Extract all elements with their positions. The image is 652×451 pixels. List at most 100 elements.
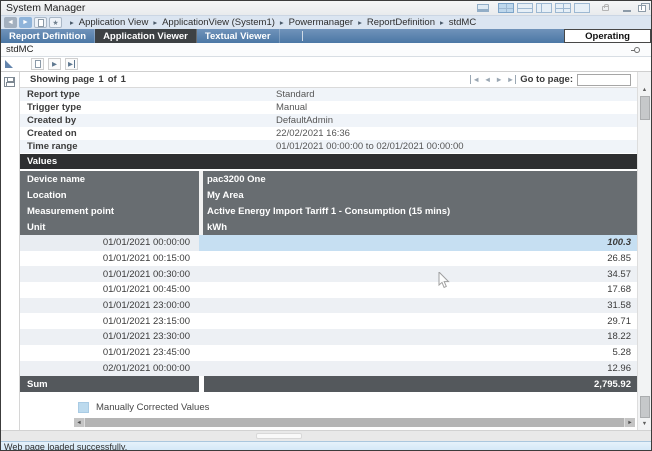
table-row[interactable]: 02/01/2021 00:00:0012.96: [20, 361, 637, 377]
history-icon: [38, 19, 44, 27]
run-report-button[interactable]: ▶: [48, 58, 61, 70]
splitter-grip[interactable]: [256, 433, 302, 439]
pager-bar: Showing page1of1 ◄ ◄ ► ► Go to page:: [20, 72, 637, 88]
timestamp-cell: 01/01/2021 00:30:00: [20, 266, 199, 282]
table-row[interactable]: 01/01/2021 23:00:0031.58: [20, 298, 637, 314]
breadcrumb-item[interactable]: stdMC: [449, 17, 476, 28]
tab-label: Report Definition: [9, 31, 86, 42]
meta-value: DefaultAdmin: [276, 115, 333, 126]
new-report-button[interactable]: [31, 58, 44, 70]
table-row[interactable]: 01/01/2021 00:00:00100.3: [20, 235, 637, 251]
back-button[interactable]: ◄: [4, 17, 17, 28]
system-manager-window: System Manager ◄ ► ★ ▸ Application View …: [0, 0, 652, 451]
scroll-left-icon[interactable]: ◄: [74, 418, 84, 427]
history-button[interactable]: [34, 17, 47, 28]
meta-label: Created by: [20, 115, 276, 126]
device-row: Measurement pointActive Energy Import Ta…: [20, 203, 637, 219]
breadcrumb-separator-icon: ▸: [358, 18, 362, 27]
sum-value: 2,795.92: [204, 376, 637, 392]
horizontal-scrollbar[interactable]: ◄ ►: [74, 418, 635, 427]
status-bar: Web page loaded successfully.: [1, 441, 651, 451]
screen-fit-icon[interactable]: [477, 4, 489, 12]
of-label: of: [108, 74, 117, 85]
sum-label: Sum: [20, 376, 199, 392]
table-row[interactable]: 01/01/2021 00:30:0034.57: [20, 266, 637, 282]
breadcrumb-item[interactable]: Application View: [79, 17, 149, 28]
meta-label: Created on: [20, 128, 276, 139]
showing-page-text: Showing page1of1: [30, 74, 130, 85]
forward-button[interactable]: ►: [19, 17, 32, 28]
breadcrumb-separator-icon: ▸: [280, 18, 284, 27]
minimize-button[interactable]: [623, 5, 631, 12]
meta-label: Trigger type: [20, 102, 276, 113]
current-page: 1: [98, 74, 103, 85]
scroll-up-icon[interactable]: ▲: [642, 85, 647, 95]
doc-tab-stdmc[interactable]: stdMC: [6, 44, 33, 55]
pin-icon[interactable]: [634, 47, 640, 53]
timestamp-cell: 01/01/2021 23:00:00: [20, 298, 199, 314]
next-page-button[interactable]: ►: [495, 75, 502, 84]
last-page-button[interactable]: ►: [507, 75, 516, 84]
breadcrumb-item[interactable]: ReportDefinition: [367, 17, 435, 28]
tab-report-definition[interactable]: Report Definition: [1, 29, 95, 43]
goto-page-input[interactable]: [577, 74, 631, 86]
tab-application-viewer[interactable]: Application Viewer: [95, 29, 197, 43]
value-cell: 26.85: [199, 251, 637, 267]
table-row[interactable]: 01/01/2021 00:45:0017.68: [20, 282, 637, 298]
report-meta-table: Report typeStandard Trigger typeManual C…: [20, 88, 637, 153]
table-row[interactable]: 01/01/2021 23:15:0029.71: [20, 313, 637, 329]
dock-corner-icon[interactable]: [5, 60, 13, 68]
breadcrumb-item[interactable]: Powermanager: [289, 17, 353, 28]
tab-label: Application Viewer: [103, 31, 188, 42]
horizontal-scroll-thumb[interactable]: [84, 418, 625, 427]
first-page-button[interactable]: ◄: [470, 75, 479, 84]
lock-icon[interactable]: [602, 6, 609, 11]
prev-page-button[interactable]: ◄: [484, 75, 491, 84]
tab-divider: [302, 31, 303, 41]
meta-row: Time range01/01/2021 00:00:00 to 02/01/2…: [20, 140, 637, 153]
legend: Manually Corrected Values: [78, 402, 637, 413]
scroll-down-icon[interactable]: ▼: [642, 419, 647, 429]
table-row[interactable]: 01/01/2021 23:45:005.28: [20, 345, 637, 361]
favorites-button[interactable]: ★: [49, 17, 62, 28]
layout-grid-icon[interactable]: [498, 3, 514, 13]
scroll-down-button[interactable]: [640, 396, 650, 418]
operating-button[interactable]: Operating: [564, 29, 651, 43]
scroll-right-icon[interactable]: ►: [625, 418, 635, 427]
layout-split-top-icon[interactable]: [517, 3, 533, 13]
table-row[interactable]: 01/01/2021 23:30:0018.22: [20, 329, 637, 345]
timestamp-cell: 01/01/2021 00:00:00: [20, 235, 199, 251]
meta-row: Trigger typeManual: [20, 101, 637, 114]
breadcrumb-separator-icon: ▸: [440, 18, 444, 27]
device-label: Device name: [20, 171, 199, 187]
report-body: Report typeStandard Trigger typeManual C…: [20, 88, 637, 418]
export-report-button[interactable]: ▶: [65, 58, 78, 70]
layout-single-icon[interactable]: [574, 3, 590, 13]
breadcrumb-separator-icon: ▸: [153, 18, 157, 27]
vertical-scroll-thumb[interactable]: [640, 96, 650, 120]
device-value: kWh: [203, 219, 637, 235]
layout-split-left-icon[interactable]: [536, 3, 552, 13]
value-cell: 12.96: [199, 361, 637, 377]
device-value: Active Energy Import Tariff 1 - Consumpt…: [203, 203, 637, 219]
tab-textual-viewer[interactable]: Textual Viewer: [197, 29, 280, 43]
restore-button[interactable]: [638, 5, 646, 12]
save-icon[interactable]: [4, 77, 15, 87]
timestamp-cell: 01/01/2021 00:15:00: [20, 251, 199, 267]
timestamp-cell: 01/01/2021 23:15:00: [20, 313, 199, 329]
breadcrumb-item[interactable]: ApplicationView (System1): [162, 17, 275, 28]
splitter-strip: [1, 430, 651, 441]
meta-value: Standard: [276, 89, 315, 100]
pager-controls: ◄ ◄ ► ► Go to page:: [470, 74, 631, 86]
vertical-scrollbar[interactable]: ▲ ▼: [637, 72, 651, 430]
values-table: 01/01/2021 00:00:00100.3 01/01/2021 00:1…: [20, 235, 637, 392]
layout-quad-icon[interactable]: [555, 3, 571, 13]
device-label: Unit: [20, 219, 199, 235]
status-text: Web page loaded successfully.: [4, 442, 127, 451]
device-value: pac3200 One: [203, 171, 637, 187]
meta-label: Time range: [20, 141, 276, 152]
values-section-header: Values: [20, 154, 637, 169]
timestamp-cell: 01/01/2021 23:30:00: [20, 329, 199, 345]
table-row[interactable]: 01/01/2021 00:15:0026.85: [20, 251, 637, 267]
breadcrumb-separator-icon: ▸: [70, 18, 74, 27]
